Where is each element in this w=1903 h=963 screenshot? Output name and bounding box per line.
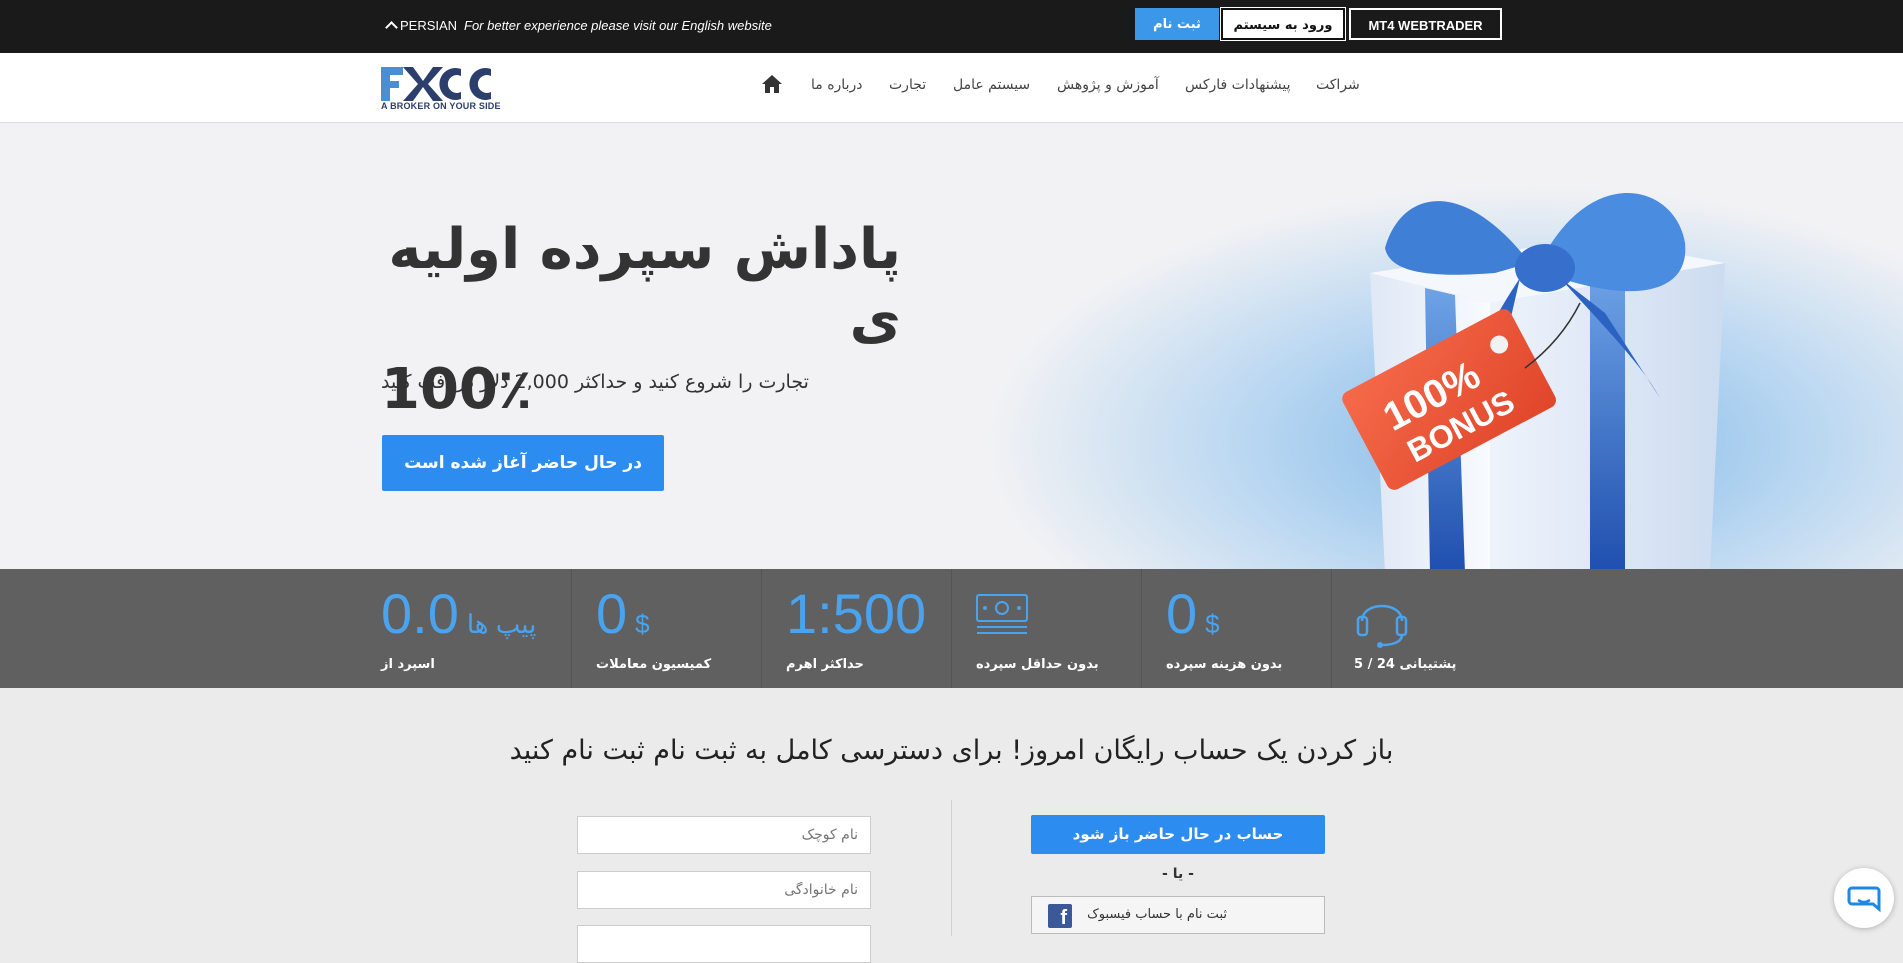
hero-banner: پاداش سپرده اولیه ی 100٪ تجارت را شروع ک… xyxy=(0,123,1903,569)
nav-trading[interactable]: تجارت xyxy=(889,77,926,93)
hero-title-line1: پاداش سپرده اولیه ی xyxy=(388,217,901,352)
last-name-field[interactable] xyxy=(577,871,871,909)
stat-support: پشتیبانی 24 / 5 xyxy=(1331,569,1521,688)
stat-support-label: پشتیبانی 24 / 5 xyxy=(1354,657,1457,672)
stat-commission-unit: $ xyxy=(635,609,650,639)
logo-tagline: A BROKER ON YOUR SIDE xyxy=(381,101,501,111)
facebook-icon: f xyxy=(1048,904,1072,928)
stat-leverage-value: 1:500 xyxy=(786,582,927,645)
language-selector[interactable]: PERSIAN xyxy=(385,18,458,34)
hero-title: پاداش سپرده اولیه ی 100٪ xyxy=(381,215,901,425)
english-site-link[interactable]: For better experience please visit our E… xyxy=(464,18,772,33)
stat-spread-value: 0.0 xyxy=(381,582,459,645)
stat-commission: 0 $ کمیسیون معاملات xyxy=(571,569,761,688)
facebook-signup-label: ثبت نام با حساب فیسبوک xyxy=(1087,907,1227,922)
home-icon[interactable] xyxy=(761,74,783,94)
signup-heading: باز کردن یک حساب رایگان امروز! برای دستر… xyxy=(509,735,1394,766)
email-field[interactable] xyxy=(577,925,871,963)
login-button[interactable]: ورود به سیستم xyxy=(1220,7,1346,41)
stat-deposit-fee: 0 $ بدون هزینه سپرده xyxy=(1141,569,1331,688)
chat-icon xyxy=(1847,886,1881,913)
chat-widget-button[interactable] xyxy=(1834,868,1894,928)
stat-commission-label: کمیسیون معاملات xyxy=(596,657,712,672)
headset-icon xyxy=(1352,587,1412,653)
stat-spread-unit: پیپ ها xyxy=(466,609,537,639)
stat-leverage: 1:500 حداکثر اهرم xyxy=(761,569,951,688)
nav-about[interactable]: درباره ما xyxy=(811,77,862,93)
stat-leverage-label: حداکثر اهرم xyxy=(786,657,864,672)
register-button[interactable]: ثبت نام xyxy=(1135,8,1219,40)
stat-deposit-fee-unit: $ xyxy=(1205,609,1220,639)
webtrader-button[interactable]: MT4 WEBTRADER xyxy=(1349,8,1502,40)
top-bar: PERSIAN For better experience please vis… xyxy=(0,0,1903,53)
chevron-up-icon xyxy=(385,21,398,34)
fxcc-logo[interactable]: A BROKER ON YOUR SIDE xyxy=(381,65,517,113)
get-started-button[interactable]: در حال حاضر آغاز شده است xyxy=(382,435,664,491)
language-label: PERSIAN xyxy=(400,18,458,33)
stat-deposit-fee-value: 0 xyxy=(1166,582,1198,645)
stat-min-deposit-label: بدون حداقل سپرده xyxy=(976,657,1099,672)
stat-deposit-fee-label: بدون هزینه سپرده xyxy=(1166,657,1283,672)
stat-min-deposit: بدون حداقل سپرده xyxy=(951,569,1141,688)
first-name-field[interactable] xyxy=(577,816,871,854)
facebook-signup-button[interactable]: ثبت نام با حساب فیسبوک f xyxy=(1031,896,1325,934)
stat-spread: 0.0 پیپ ها اسپرد از xyxy=(381,569,571,688)
nav-forex-offers[interactable]: پیشنهادات فارکس xyxy=(1185,77,1291,93)
stat-commission-value: 0 xyxy=(596,582,628,645)
stats-bar: 0.0 پیپ ها اسپرد از 0 $ کمیسیون معاملات 1:… xyxy=(0,569,1903,688)
main-navbar: A BROKER ON YOUR SIDE شراکت پیشنهادات فا… xyxy=(0,53,1903,123)
stat-spread-label: اسپرد از xyxy=(381,657,435,672)
nav-platforms[interactable]: سیستم عامل xyxy=(953,77,1030,93)
money-icon xyxy=(976,593,1028,641)
signup-divider xyxy=(951,800,952,936)
gift-box-illustration: 100% BONUS xyxy=(1290,153,1730,569)
nav-partnership[interactable]: شراکت xyxy=(1316,77,1360,93)
open-account-button[interactable]: حساب در حال حاضر باز شود xyxy=(1031,815,1325,854)
or-separator: - یا - xyxy=(1162,866,1194,882)
hero-subtitle: تجارت را شروع کنید و حداکثر 2,000 دلار د… xyxy=(381,371,809,393)
nav-education[interactable]: آموزش و پژوهش xyxy=(1057,77,1159,93)
